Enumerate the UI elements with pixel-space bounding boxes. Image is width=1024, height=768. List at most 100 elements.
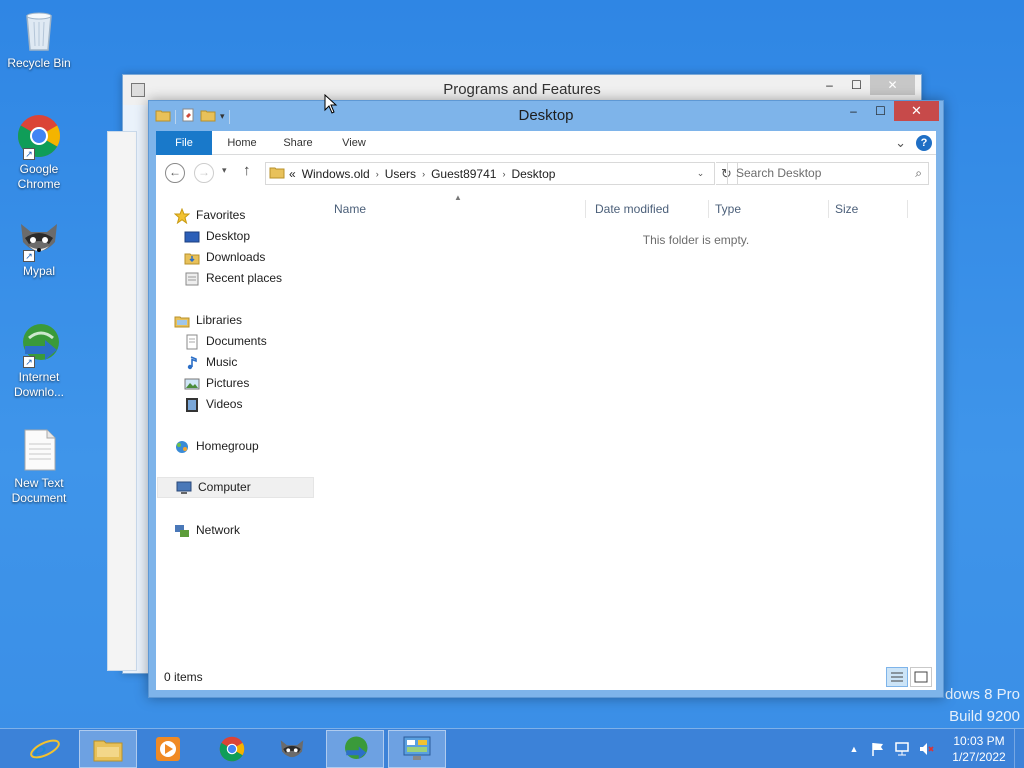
show-hidden-icons-button[interactable]: ▲ [846,741,862,757]
breadcrumb-overflow[interactable]: « [285,167,300,181]
tab-home[interactable]: Home [220,131,264,155]
chrome-icon [219,736,245,762]
control-panel-icon [403,736,431,760]
taskbar-chrome[interactable] [203,730,261,768]
nav-label: Homegroup [196,439,259,453]
tab-file[interactable]: File [156,131,212,155]
breadcrumb-guest[interactable]: Guest89741 [425,167,502,181]
taskbar-media-player[interactable] [139,730,197,768]
minimize-button[interactable]: – [840,101,867,121]
taskbar-clock[interactable]: 10:03 PM 1/27/2022 [944,733,1014,765]
address-bar[interactable]: « Windows.old › Users › Guest89741 › Des… [265,162,715,185]
nav-item-pictures[interactable]: Pictures [184,373,249,394]
navigation-bar: ← → ▾ ↑ « Windows.old › Users › Guest897… [156,155,936,191]
mypal-icon: ↗ [15,214,63,262]
system-tray: ▲ 10:03 PM 1/27/2022 [842,729,1024,768]
search-placeholder: Search Desktop [736,166,822,180]
search-input[interactable]: Search Desktop ⌕ [727,162,929,185]
desktop-icon-recycle-bin[interactable]: Recycle Bin [4,6,74,71]
taskbar-control-panel[interactable] [388,730,446,768]
internet-explorer-icon: e [30,734,60,765]
back-button[interactable]: ← [165,163,185,183]
up-button[interactable]: ↑ [243,162,251,179]
search-icon[interactable]: ⌕ [915,163,922,184]
watermark-edition: dows 8 Pro [944,686,1020,703]
nav-item-computer[interactable]: Computer [157,477,314,498]
nav-label: Recent places [206,271,283,285]
close-button[interactable]: ✕ [894,101,939,121]
nav-label: Computer [198,480,251,494]
documents-icon [184,334,200,350]
taskbar-file-explorer[interactable] [79,730,137,768]
shortcut-arrow-icon: ↗ [23,356,35,368]
nav-label: Desktop [206,229,251,243]
taskbar-internet-download-manager[interactable] [326,730,384,768]
title-bar[interactable]: ▾ Desktop – ☐ ✕ [149,101,943,131]
internet-download-manager-icon: ↗ [15,320,63,368]
address-dropdown-button[interactable]: ⌄ [686,163,714,184]
tab-share[interactable]: Share [276,131,320,155]
column-header-name[interactable]: Name [334,197,584,221]
forward-button[interactable]: → [194,163,214,183]
folder-icon [269,164,285,183]
nav-item-downloads[interactable]: Downloads [184,247,265,268]
nav-item-favorites[interactable]: Favorites [173,205,245,226]
desktop-icon-new-text-document[interactable]: New Text Document [4,426,74,506]
desktop-icon-label: Google Chrome [17,162,61,191]
nav-item-music[interactable]: Music [184,352,237,373]
expand-ribbon-icon[interactable]: ⌄ [895,135,906,151]
minimize-button[interactable]: – [816,75,843,95]
shortcut-arrow-icon: ↗ [23,250,35,262]
action-center-flag-icon[interactable] [870,741,886,757]
libraries-icon [174,313,190,329]
nav-item-documents[interactable]: Documents [184,331,267,352]
nav-item-network[interactable]: Network [174,520,240,541]
network-tray-icon[interactable] [894,741,910,757]
nav-label: Network [196,523,241,537]
nav-item-videos[interactable]: Videos [184,394,242,415]
computer-icon [176,480,192,496]
file-explorer-icon [93,740,123,762]
desktop-icon-mypal[interactable]: ↗ Mypal [4,214,74,279]
show-desktop-button[interactable] [1014,729,1024,768]
taskbar-internet-explorer[interactable]: e [16,730,74,768]
maximize-button[interactable]: ☐ [867,101,894,121]
nav-item-recent-places[interactable]: Recent places [184,268,282,289]
breadcrumb-users[interactable]: Users [379,167,422,181]
tab-view[interactable]: View [332,131,376,155]
file-list[interactable]: ▲ Name Date modified Type Size This fold… [326,193,936,660]
mouse-cursor-icon [324,93,338,117]
recent-places-icon [184,271,200,287]
background-window-strip [107,131,137,671]
close-button[interactable]: ✕ [870,75,915,95]
column-header-size[interactable]: Size [835,197,905,221]
large-icons-view-icon [914,671,928,683]
control-panel-icon [131,83,145,97]
pictures-icon [184,376,200,392]
large-icons-view-button[interactable] [910,667,932,687]
window-title: Desktop [518,107,574,124]
desktop-icon-google-chrome[interactable]: ↗ Google Chrome [4,112,74,192]
column-header-date-modified[interactable]: Date modified [595,197,705,221]
nav-item-libraries[interactable]: Libraries [174,310,242,331]
recent-locations-button[interactable]: ▾ [222,165,227,176]
breadcrumb-desktop[interactable]: Desktop [505,167,561,181]
empty-folder-message: This folder is empty. [642,233,750,247]
breadcrumb-windows-old[interactable]: Windows.old [300,167,376,181]
explorer-window[interactable]: ▾ Desktop – ☐ ✕ File Home Share View ⌄ ?… [148,100,944,698]
status-bar: 0 items [156,664,936,690]
nav-label: Music [206,355,238,369]
nav-item-desktop[interactable]: Desktop [184,226,250,247]
nav-item-homegroup[interactable]: Homegroup [174,436,259,457]
taskbar-mypal[interactable] [263,730,321,768]
maximize-button[interactable]: ☐ [843,75,870,95]
details-view-button[interactable] [886,667,908,687]
help-icon[interactable]: ? [916,135,932,151]
volume-muted-icon[interactable] [918,741,934,757]
desktop-icon-label: New Text Document [11,476,67,505]
column-header-type[interactable]: Type [715,197,825,221]
desktop-icon-internet-download-manager[interactable]: ↗ Internet Downlo... [4,320,74,400]
text-document-icon [15,426,63,474]
nav-label: Downloads [206,250,266,264]
nav-label: Videos [206,397,243,411]
